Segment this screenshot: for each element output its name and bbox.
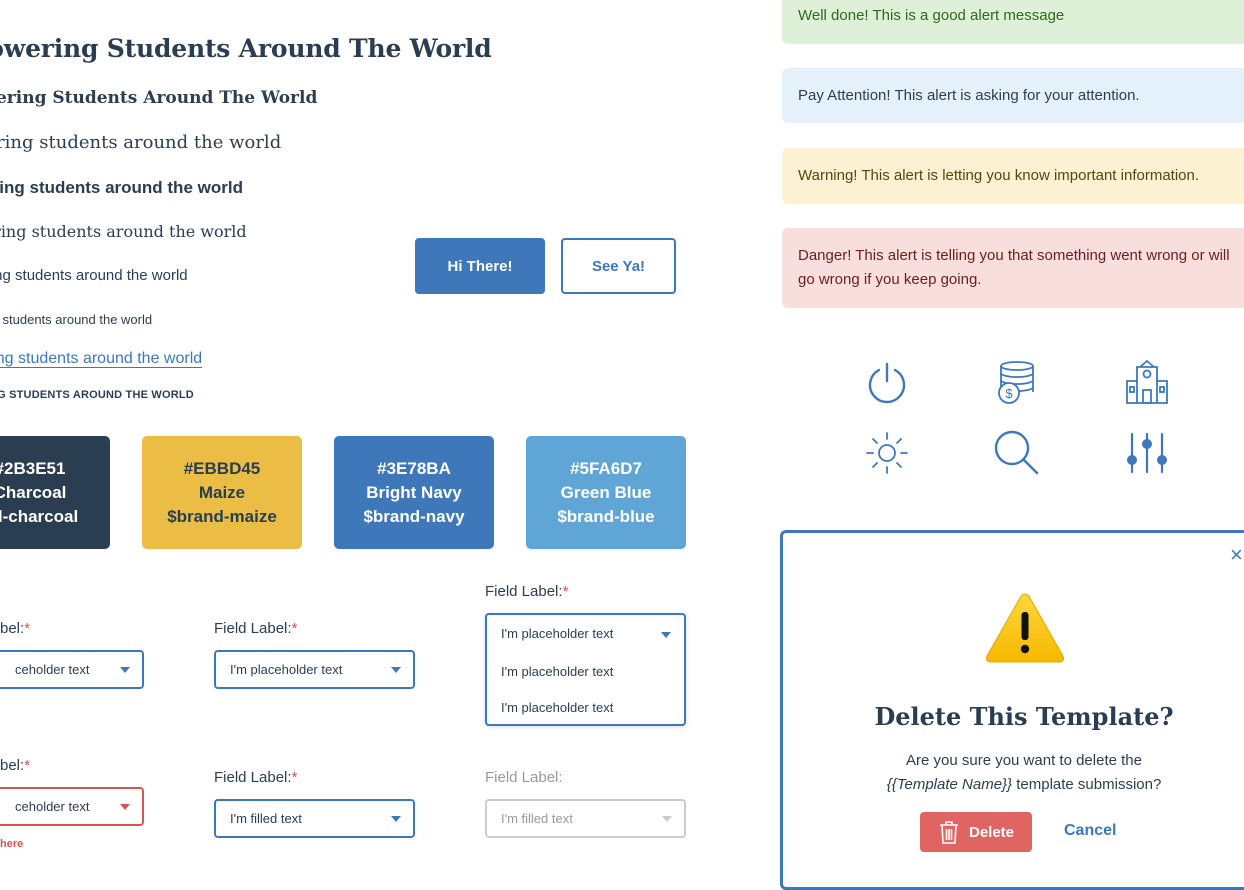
select-value: ceholder text bbox=[15, 799, 90, 814]
hi-there-button[interactable]: Hi There! bbox=[415, 238, 545, 294]
warning-icon bbox=[985, 593, 1065, 663]
brightness-icon bbox=[866, 432, 908, 474]
swatch-name: Charcoal bbox=[0, 482, 67, 502]
field-label-3: Field Label:* bbox=[485, 583, 569, 600]
field-label-5: Field Label:* bbox=[214, 769, 298, 786]
swatch-variable: $brand-navy bbox=[363, 506, 465, 526]
select-field-open[interactable]: I'm placeholder text I'm placeholder tex… bbox=[485, 613, 686, 726]
chevron-down-icon bbox=[120, 667, 130, 673]
heading-3: wering students around the world bbox=[0, 132, 282, 153]
swatch-name: Bright Navy bbox=[366, 482, 462, 502]
modal-body-suffix: template submission? bbox=[1012, 776, 1162, 793]
modal-body-line: {{Template Name}} template submission? bbox=[780, 773, 1244, 797]
alert-danger: Danger! This alert is telling you that s… bbox=[782, 228, 1244, 308]
alert-info: Pay Attention! This alert is asking for … bbox=[782, 68, 1244, 123]
select-value: I'm filled text bbox=[501, 811, 573, 826]
swatch-display-hex: #EBBD45 bbox=[183, 458, 261, 478]
dropdown-option[interactable]: I'm placeholder text bbox=[501, 700, 613, 715]
sample-link[interactable]: vering students around the world bbox=[0, 350, 202, 368]
sliders-icon bbox=[1127, 432, 1167, 474]
select-field-filled[interactable]: I'm filled text bbox=[214, 799, 415, 838]
swatch-variable: $brand-maize bbox=[167, 506, 277, 526]
field-label-2: Field Label:* bbox=[214, 620, 298, 637]
trash-icon bbox=[939, 821, 958, 844]
chevron-down-icon bbox=[391, 816, 401, 822]
color-swatch: #2B3E51 Charcoal nd-charcoal bbox=[0, 436, 110, 549]
chevron-down-icon bbox=[661, 632, 671, 638]
swatch-display-hex: #2B3E51 bbox=[0, 458, 66, 478]
heading-5: wering students around the world bbox=[0, 222, 247, 241]
power-icon bbox=[868, 362, 906, 404]
caps-text: ERING STUDENTS AROUND THE WORLD bbox=[0, 389, 194, 401]
color-swatch: #3E78BA Bright Navy $brand-navy bbox=[334, 436, 494, 549]
heading-2: owering Students Around The World bbox=[0, 88, 318, 108]
alert-success: Well done! This is a good alert message bbox=[782, 0, 1244, 44]
modal-body: Are you sure you want to delete the {{Te… bbox=[780, 749, 1244, 797]
swatch-variable: $brand-blue bbox=[557, 506, 655, 526]
body-text: vering students around the world bbox=[0, 267, 188, 284]
select-value: I'm filled text bbox=[230, 811, 302, 826]
field-label-1: bel:* bbox=[0, 620, 31, 637]
school-icon bbox=[1126, 359, 1168, 404]
search-icon[interactable] bbox=[992, 428, 1040, 476]
select-value: ceholder text bbox=[15, 662, 90, 677]
delete-button[interactable]: Delete bbox=[920, 812, 1032, 852]
small-text: ering students around the world bbox=[0, 312, 153, 327]
error-message: here bbox=[0, 838, 24, 850]
svg-text:$: $ bbox=[1005, 386, 1013, 401]
swatch-display-hex: #3E78BA bbox=[377, 458, 451, 478]
field-label-4: bel:* bbox=[0, 757, 31, 774]
field-label-disabled: Field Label: bbox=[485, 769, 563, 786]
coins-icon: $ bbox=[998, 361, 1034, 404]
select-field-1[interactable]: ceholder text bbox=[0, 650, 144, 689]
delete-label: Delete bbox=[968, 823, 1015, 841]
color-swatch: #5FA6D7 Green Blue $brand-blue bbox=[526, 436, 686, 549]
swatch-name: Maize bbox=[198, 482, 246, 502]
swatch-variable: nd-charcoal bbox=[0, 506, 79, 526]
alert-warning: Warning! This alert is letting you know … bbox=[782, 148, 1244, 204]
heading-1: powering Students Around The World bbox=[0, 34, 492, 63]
swatch-display-hex: #5FA6D7 bbox=[570, 458, 642, 478]
close-icon[interactable]: × bbox=[1230, 544, 1243, 566]
swatch-name: Green Blue bbox=[560, 482, 652, 502]
chevron-down-icon bbox=[391, 667, 401, 673]
chevron-down-icon bbox=[662, 816, 672, 822]
select-field-disabled: I'm filled text bbox=[485, 799, 686, 838]
cancel-button[interactable]: Cancel bbox=[1064, 822, 1116, 840]
select-field-2[interactable]: I'm placeholder text bbox=[214, 650, 415, 689]
see-ya-button[interactable]: See Ya! bbox=[561, 238, 676, 294]
select-value: I'm placeholder text bbox=[230, 662, 343, 677]
template-name: {{Template Name}} bbox=[886, 776, 1013, 793]
dropdown-selected[interactable]: I'm placeholder text bbox=[501, 626, 613, 641]
modal-title: Delete This Template? bbox=[874, 702, 1174, 731]
chevron-down-icon bbox=[120, 804, 130, 810]
color-swatch: #EBBD45 Maize $brand-maize bbox=[142, 436, 302, 549]
heading-4: wering students around the world bbox=[0, 178, 243, 197]
dropdown-option[interactable]: I'm placeholder text bbox=[501, 664, 613, 679]
select-field-error[interactable]: ceholder text bbox=[0, 787, 144, 826]
modal-body-line: Are you sure you want to delete the bbox=[906, 752, 1142, 769]
